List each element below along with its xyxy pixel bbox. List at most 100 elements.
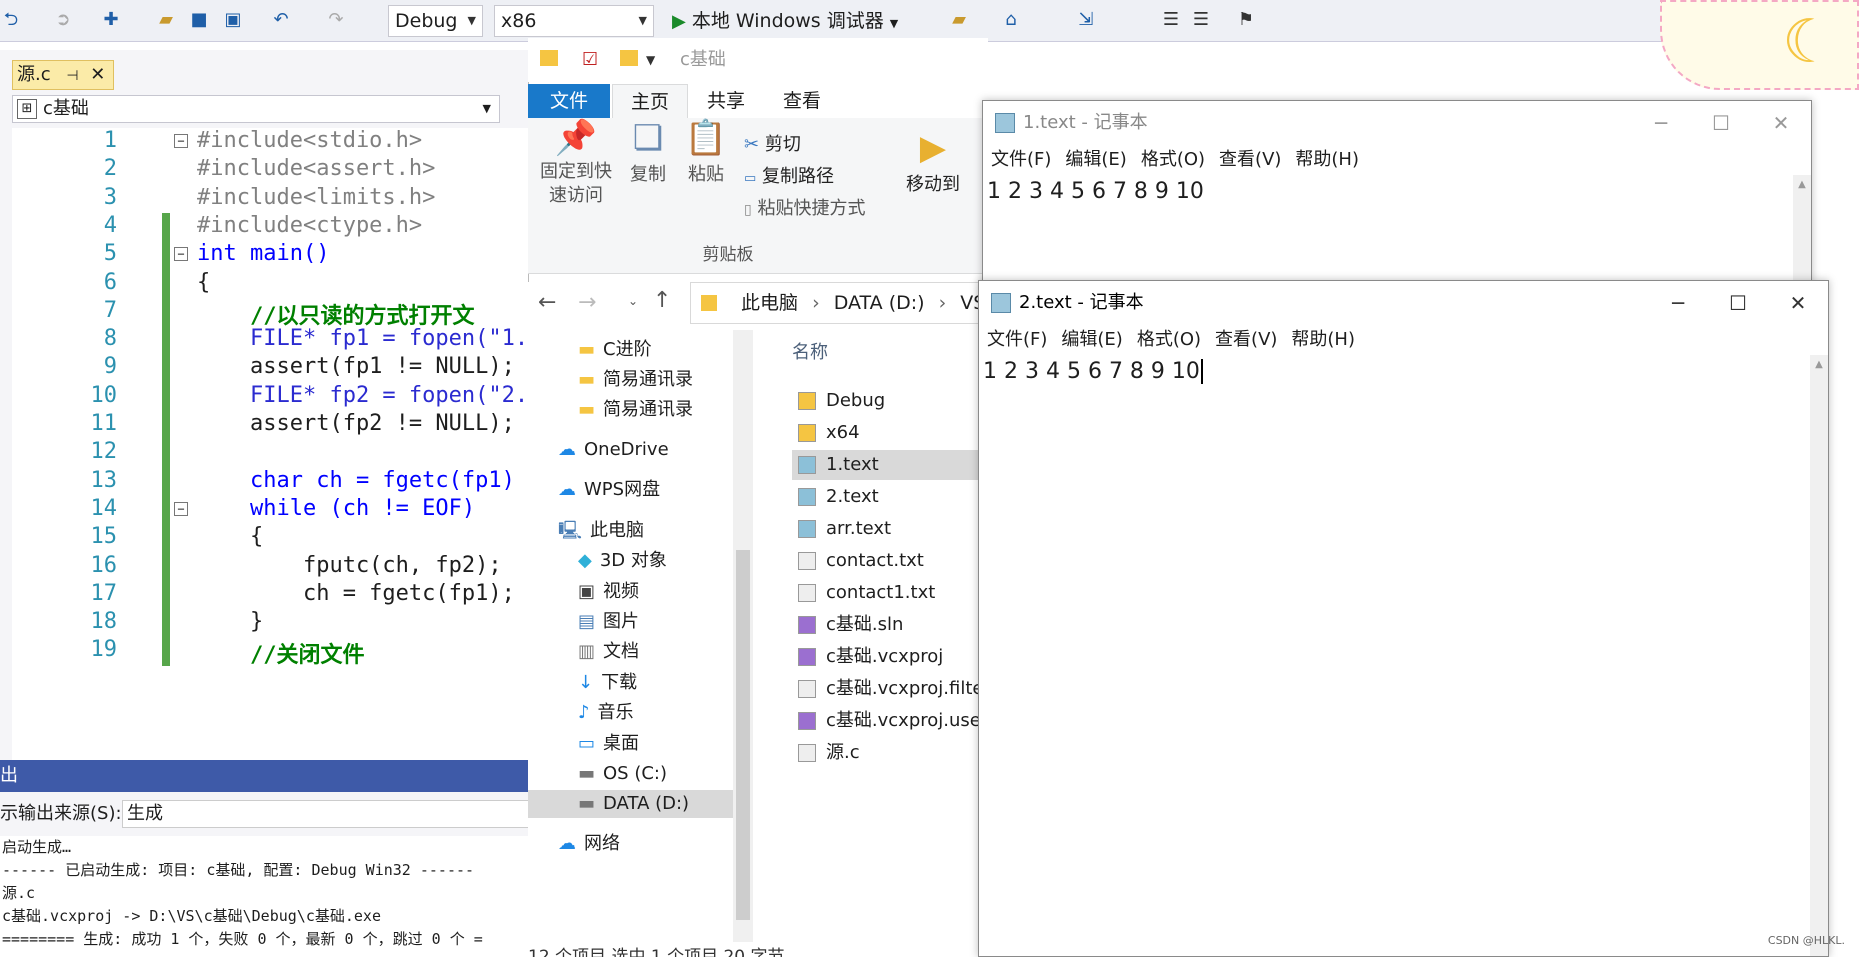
properties-icon[interactable]: ☑ [582,38,598,82]
tab-share[interactable]: 共享 [688,84,764,118]
save-all-icon[interactable]: ▣ [222,9,244,31]
nav-item[interactable]: ▤ 图片 [578,608,639,636]
nav-item[interactable]: ▬ 简易通讯录 [578,366,693,394]
outdent-icon[interactable]: ☰ [1190,9,1212,31]
forward-arrow-icon[interactable]: → [578,290,596,315]
file-item[interactable]: c基础.sln [792,610,990,640]
tab-home[interactable]: 主页 [612,84,688,118]
output-text[interactable]: 启动生成… ------ 已启动生成: 项目: c基础, 配置: Debug Wi… [0,836,530,957]
forward-icon[interactable]: ➲ [52,9,74,31]
nav-item[interactable]: ◆ 3D 对象 [578,547,667,575]
nav-item[interactable]: ☁ OneDrive [558,436,669,464]
nav-item[interactable]: ↓ 下载 [578,669,637,697]
undo-icon[interactable]: ↶ [270,9,292,31]
minimize-button[interactable]: ─ [1631,101,1691,145]
file-item[interactable]: Debug [792,386,990,416]
nav-item[interactable]: ☁ 网络 [558,830,620,858]
code-editor[interactable]: 1 2 3 4 5 6 7 8 9 10 11 12 13 14 15 16 17 18 19 #include<st… [12,128,530,760]
bookmark-icon[interactable]: ⚑ [1235,9,1257,31]
file-item[interactable]: 源.c [792,738,990,768]
breadcrumb-item[interactable]: DATA (D:) [834,292,925,314]
move-to-button[interactable]: ▶ 移动到 [898,128,968,196]
run-debugger-button[interactable]: ▶ 本地 Windows 调试器 ▼ [672,6,898,36]
menu-item[interactable]: 查看(V) [1219,149,1281,170]
file-item[interactable]: c基础.vcxproj.user [792,706,990,736]
back-arrow-icon[interactable]: ← [538,290,556,315]
file-item[interactable]: contact1.txt [792,578,990,608]
file-item[interactable]: c基础.vcxproj.filter [792,674,990,704]
scroll-up-icon[interactable]: ▲ [1793,179,1811,190]
file-item[interactable]: arr.text [792,514,990,544]
notepad-content[interactable]: 1 2 3 4 5 6 7 8 9 10 [983,357,1203,387]
open-file-icon[interactable]: ▰ [155,9,177,31]
paste-button[interactable]: 📋 粘贴 [678,118,734,186]
nav-item[interactable]: 🖳 此电脑 [558,517,644,545]
menu-item[interactable]: 查看(V) [1215,329,1277,350]
nav-item[interactable]: ▬ DATA (D:) [528,790,733,818]
tab-view[interactable]: 查看 [764,84,840,118]
file-item[interactable]: x64 [792,418,990,448]
close-button[interactable]: ✕ [1768,281,1828,325]
menu-item[interactable]: 文件(F) [991,149,1051,170]
nav-scrollbar[interactable] [733,330,753,942]
platform-combo[interactable]: x86 ▼ [494,5,654,37]
file-item[interactable]: contact.txt [792,546,990,576]
file-item[interactable]: c基础.vcxproj [792,642,990,672]
tab-source-file[interactable]: 源.c ⊣ ✕ [12,60,114,90]
collapse-icon[interactable]: − [174,501,188,516]
file-item[interactable]: 2.text [792,482,990,512]
step-icon[interactable]: ⇲ [1075,9,1097,31]
new-folder-icon[interactable] [620,50,638,66]
file-item[interactable]: 1.text [792,450,990,480]
indent-icon[interactable]: ☰ [1160,9,1182,31]
menu-item[interactable]: 编辑(E) [1061,329,1122,350]
vertical-scrollbar[interactable]: ▲ [1810,355,1828,956]
nav-item[interactable]: ▣ 视频 [578,578,639,606]
nav-item[interactable]: ▬ OS (C:) [578,760,667,788]
pin-quick-access-button[interactable]: 📌 固定到快 速访问 [536,118,616,208]
folder-search-icon[interactable]: ▰ [948,9,970,31]
close-icon[interactable]: ✕ [90,64,105,85]
chevron-down-icon[interactable]: ▼ [646,38,655,82]
recent-chevron-icon[interactable]: ⌄ [628,294,638,308]
copy-path-button[interactable]: ▭ 复制路径 [744,162,834,188]
minimize-button[interactable]: ─ [1648,281,1708,325]
up-arrow-icon[interactable]: ↑ [653,288,671,313]
tab-file[interactable]: 文件 [528,84,610,118]
back-icon[interactable]: ⮌ [0,9,22,31]
maximize-button[interactable]: ☐ [1708,281,1768,325]
scrollbar-thumb[interactable] [736,550,750,920]
pin-icon[interactable]: ⊣ [66,68,78,84]
close-button[interactable]: ✕ [1751,101,1811,145]
menu-item[interactable]: 编辑(E) [1065,149,1126,170]
column-header-name[interactable]: 名称 [792,338,828,364]
nav-item[interactable]: ▬ C进阶 [578,336,652,364]
maximize-button[interactable]: ☐ [1691,101,1751,145]
menu-item[interactable]: 帮助(H) [1291,329,1355,350]
save-icon[interactable]: ■ [188,9,210,31]
breadcrumb-item[interactable]: 此电脑 [741,292,798,314]
cut-button[interactable]: ✂ 剪切 [744,130,801,156]
new-project-icon[interactable]: ✚ [100,9,122,31]
menu-item[interactable]: 文件(F) [987,329,1047,350]
nav-item[interactable]: ☁ WPS网盘 [558,476,660,504]
menu-item[interactable]: 格式(O) [1141,149,1205,170]
collapse-icon[interactable]: − [174,247,188,262]
paste-shortcut-button[interactable]: ▯ 粘贴快捷方式 [744,194,865,220]
output-source-select[interactable]: 生成 [122,800,530,828]
collapse-icon[interactable]: − [174,134,188,148]
breadcrumb[interactable]: 此电脑 › DATA (D:) › VS [690,282,990,324]
nav-item[interactable]: ♪ 音乐 [578,699,634,727]
redo-icon[interactable]: ↷ [325,9,347,31]
nav-item[interactable]: ▥ 文档 [578,638,639,666]
notepad-content[interactable]: 1 2 3 4 5 6 7 8 9 10 [987,177,1204,207]
nav-item[interactable]: ▬ 简易通讯录 [578,396,693,424]
scope-combo[interactable]: ⊞ c基础 ▼ [12,95,500,123]
nav-item[interactable]: ▭ 桌面 [578,730,639,758]
menu-item[interactable]: 帮助(H) [1295,149,1359,170]
menu-item[interactable]: 格式(O) [1137,329,1201,350]
copy-button[interactable]: ❏ 复制 [620,118,676,186]
scroll-up-icon[interactable]: ▲ [1810,359,1828,370]
config-combo[interactable]: Debug ▼ [388,5,483,37]
home-icon[interactable]: ⌂ [1000,9,1022,31]
